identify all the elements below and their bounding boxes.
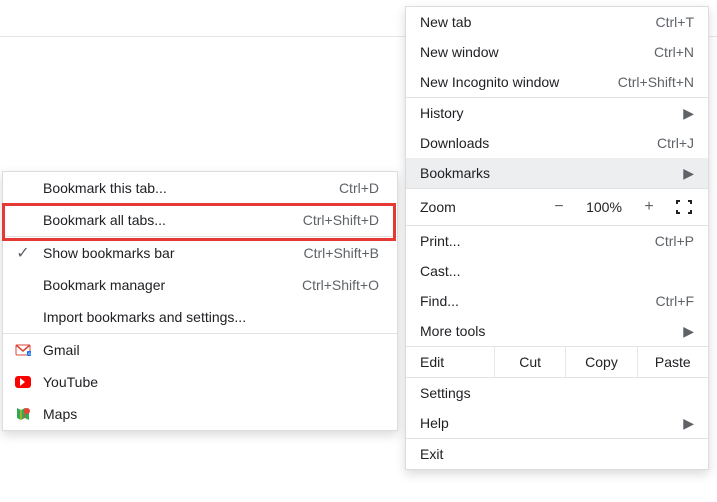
menu-item-print[interactable]: Print... Ctrl+P bbox=[406, 226, 708, 256]
zoom-label: Zoom bbox=[420, 199, 542, 215]
bookmark-item-maps[interactable]: Maps bbox=[3, 398, 397, 430]
submenu-label: Import bookmarks and settings... bbox=[43, 309, 379, 325]
submenu-shortcut: Ctrl+Shift+O bbox=[302, 277, 379, 293]
bookmark-item-gmail[interactable]: 6 Gmail bbox=[3, 334, 397, 366]
menu-label: Print... bbox=[420, 233, 655, 249]
bookmark-label: Maps bbox=[43, 406, 379, 422]
submenu-item-import-bookmarks[interactable]: Import bookmarks and settings... bbox=[3, 301, 397, 333]
menu-item-find[interactable]: Find... Ctrl+F bbox=[406, 286, 708, 316]
bookmarks-submenu: Bookmark this tab... Ctrl+D Bookmark all… bbox=[2, 171, 398, 431]
chrome-main-menu: New tab Ctrl+T New window Ctrl+N New Inc… bbox=[405, 6, 709, 470]
submenu-label: Show bookmarks bar bbox=[43, 245, 304, 261]
menu-label: Downloads bbox=[420, 135, 657, 151]
menu-shortcut: Ctrl+F bbox=[656, 293, 695, 309]
menu-label: New Incognito window bbox=[420, 74, 618, 90]
menu-item-more-tools[interactable]: More tools ▶ bbox=[406, 316, 708, 346]
bookmark-label: Gmail bbox=[43, 342, 379, 358]
menu-item-new-incognito[interactable]: New Incognito window Ctrl+Shift+N bbox=[406, 67, 708, 97]
maps-icon bbox=[13, 406, 33, 422]
zoom-in-button[interactable]: + bbox=[632, 198, 666, 216]
menu-shortcut: Ctrl+N bbox=[654, 44, 694, 60]
menu-shortcut: Ctrl+P bbox=[655, 233, 694, 249]
menu-item-history[interactable]: History ▶ bbox=[406, 98, 708, 128]
menu-label: More tools bbox=[420, 323, 673, 339]
submenu-item-bookmark-all-tabs[interactable]: Bookmark all tabs... Ctrl+Shift+D bbox=[3, 204, 397, 236]
paste-button[interactable]: Paste bbox=[637, 347, 708, 377]
menu-item-settings[interactable]: Settings bbox=[406, 378, 708, 408]
submenu-label: Bookmark manager bbox=[43, 277, 302, 293]
submenu-item-bookmark-this-tab[interactable]: Bookmark this tab... Ctrl+D bbox=[3, 172, 397, 204]
menu-label: Help bbox=[420, 415, 673, 431]
edit-label: Edit bbox=[406, 347, 494, 377]
menu-label: Exit bbox=[420, 446, 694, 462]
zoom-out-button[interactable]: − bbox=[542, 198, 576, 216]
menu-item-new-window[interactable]: New window Ctrl+N bbox=[406, 37, 708, 67]
submenu-shortcut: Ctrl+Shift+B bbox=[304, 245, 379, 261]
menu-item-cast[interactable]: Cast... bbox=[406, 256, 708, 286]
menu-shortcut: Ctrl+Shift+N bbox=[618, 74, 694, 90]
menu-label: New tab bbox=[420, 14, 656, 30]
svg-text:6: 6 bbox=[28, 351, 31, 356]
menu-label: Bookmarks bbox=[420, 165, 673, 181]
youtube-icon bbox=[13, 376, 33, 388]
submenu-shortcut: Ctrl+D bbox=[339, 180, 379, 196]
bookmark-item-youtube[interactable]: YouTube bbox=[3, 366, 397, 398]
menu-item-help[interactable]: Help ▶ bbox=[406, 408, 708, 438]
submenu-label: Bookmark all tabs... bbox=[43, 212, 303, 228]
submenu-item-show-bookmarks-bar[interactable]: ✓ Show bookmarks bar Ctrl+Shift+B bbox=[3, 237, 397, 269]
menu-shortcut: Ctrl+T bbox=[656, 14, 695, 30]
cut-button[interactable]: Cut bbox=[494, 347, 565, 377]
submenu-item-bookmark-manager[interactable]: Bookmark manager Ctrl+Shift+O bbox=[3, 269, 397, 301]
menu-item-zoom: Zoom − 100% + bbox=[406, 189, 708, 225]
fullscreen-icon bbox=[676, 200, 692, 214]
copy-button[interactable]: Copy bbox=[565, 347, 636, 377]
menu-label: Cast... bbox=[420, 263, 694, 279]
menu-edit-row: Edit Cut Copy Paste bbox=[406, 347, 708, 377]
menu-label: History bbox=[420, 105, 673, 121]
menu-label: New window bbox=[420, 44, 654, 60]
menu-item-downloads[interactable]: Downloads Ctrl+J bbox=[406, 128, 708, 158]
submenu-arrow-icon: ▶ bbox=[683, 105, 694, 122]
menu-item-bookmarks[interactable]: Bookmarks ▶ bbox=[406, 158, 708, 188]
menu-label: Settings bbox=[420, 385, 694, 401]
check-icon: ✓ bbox=[13, 243, 33, 263]
zoom-percent: 100% bbox=[576, 199, 632, 215]
submenu-label: Bookmark this tab... bbox=[43, 180, 339, 196]
submenu-shortcut: Ctrl+Shift+D bbox=[303, 212, 379, 228]
submenu-arrow-icon: ▶ bbox=[683, 165, 694, 182]
menu-label: Find... bbox=[420, 293, 656, 309]
submenu-arrow-icon: ▶ bbox=[683, 415, 694, 432]
menu-shortcut: Ctrl+J bbox=[657, 135, 694, 151]
menu-item-exit[interactable]: Exit bbox=[406, 439, 708, 469]
menu-item-new-tab[interactable]: New tab Ctrl+T bbox=[406, 7, 708, 37]
bookmark-label: YouTube bbox=[43, 374, 379, 390]
submenu-arrow-icon: ▶ bbox=[683, 323, 694, 340]
fullscreen-button[interactable] bbox=[666, 200, 702, 214]
gmail-icon: 6 bbox=[13, 342, 33, 358]
